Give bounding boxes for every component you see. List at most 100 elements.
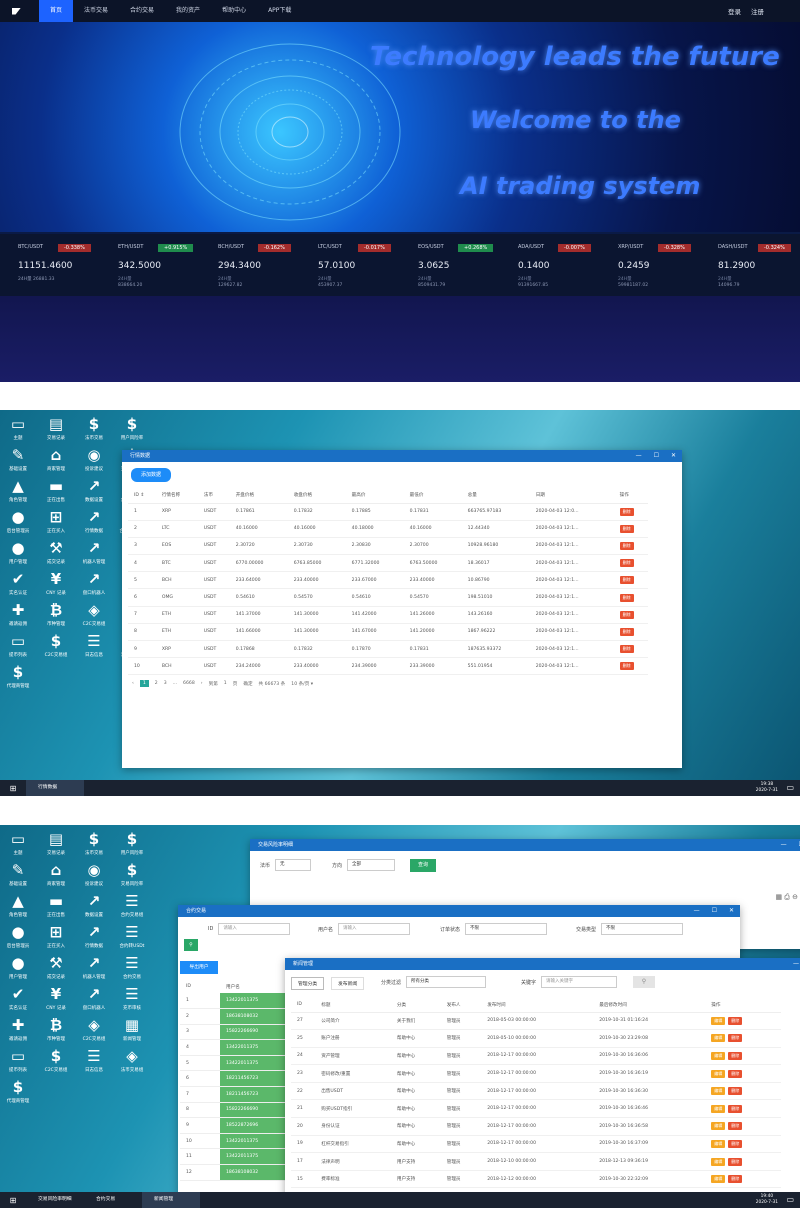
- minimize-icon[interactable]: —: [694, 907, 700, 914]
- nav-fiat[interactable]: 法币交易: [73, 0, 119, 22]
- edit-button[interactable]: 编辑: [711, 1157, 726, 1166]
- desktop-shortcut[interactable]: ☰ 充币审核: [112, 986, 152, 1012]
- pager-per-page[interactable]: 10 条/页 ▾: [291, 681, 313, 687]
- page-number[interactable]: ...: [173, 681, 177, 686]
- desktop-shortcut[interactable]: ↗ 机器人管理: [74, 955, 114, 981]
- table-row[interactable]: 27 公司简介 关于我们 管理员 2018-05-03 00:00:00 2019-10-…: [291, 1012, 781, 1030]
- desktop-shortcut[interactable]: ⌂ 商家管理: [36, 862, 76, 888]
- table-row[interactable]: 15 费率标准 用户支持 管理员 2018-12-12 00:00:00 2019-10-…: [291, 1170, 781, 1188]
- page-number[interactable]: 6668: [183, 681, 195, 686]
- column-header[interactable]: ID: [180, 980, 220, 993]
- ticker-item[interactable]: EOS/USDT +0.268% 3.0625 24H量 8509431.79: [400, 234, 500, 296]
- ticker-item[interactable]: ADA/USDT -0.007% 0.1400 24H量 91391667.85: [500, 234, 600, 296]
- minimize-icon[interactable]: —: [781, 841, 787, 848]
- table-row[interactable]: 2 LTC USDT 40.16000 40.16000 40.18000 40.16000…: [128, 520, 648, 538]
- desktop-shortcut[interactable]: ✔ 实名认证: [0, 986, 38, 1012]
- table-row[interactable]: 17 法律声明 用户支持 管理员 2018-12-10 00:00:00 2018-12-…: [291, 1153, 781, 1171]
- table-row[interactable]: 5 BCH USDT 233.64000 233.40000 233.67000 233.4…: [128, 572, 648, 589]
- table-row[interactable]: 7 18211456723: [180, 1086, 295, 1103]
- keyword-search-button[interactable]: ⚲: [633, 976, 655, 988]
- tab-publish-news[interactable]: 发布新闻: [331, 977, 365, 990]
- desktop-shortcut[interactable]: ⚒ 成交记录: [36, 540, 76, 566]
- delete-button[interactable]: 删除: [619, 507, 634, 516]
- desktop-shortcut[interactable]: $ 法币交易: [74, 416, 114, 442]
- desktop-shortcut[interactable]: ☰ 日志信息: [74, 1048, 114, 1074]
- table-row[interactable]: 1 XRP USDT 0.17861 0.17832 0.17885 0.17831 6637…: [128, 503, 648, 521]
- table-row[interactable]: 10 BCH USDT 234.24000 233.40000 234.39000 233.…: [128, 658, 648, 675]
- desktop-shortcut[interactable]: ☰ 合约转USDt: [112, 924, 152, 950]
- desktop-shortcut[interactable]: ✎ 基础设置: [0, 862, 38, 888]
- desktop-shortcut[interactable]: ✚ 邀请返佣: [0, 1017, 38, 1043]
- ticker-item[interactable]: BCH/USDT -0.162% 294.3400 24H量 129627.82: [200, 234, 300, 296]
- desktop-shortcut[interactable]: ↗ 行情数据: [74, 509, 114, 535]
- desktop-shortcut[interactable]: ● 用户管理: [0, 540, 38, 566]
- desktop-shortcut[interactable]: ↗ 数据设置: [74, 478, 114, 504]
- desktop-shortcut[interactable]: ◈ 法币交易组: [112, 1048, 152, 1074]
- export-users-button[interactable]: 导出用户: [180, 961, 218, 974]
- table-row[interactable]: 6 18211456723: [180, 1070, 295, 1087]
- query-button[interactable]: 查询: [410, 859, 436, 872]
- username-input[interactable]: 请输入: [338, 923, 411, 935]
- table-row[interactable]: 10 13422011375: [180, 1133, 295, 1149]
- column-header[interactable]: 分类: [391, 998, 441, 1012]
- delete-button[interactable]: 删除: [619, 593, 634, 602]
- desktop-shortcut[interactable]: ◉ 投诉建议: [74, 447, 114, 473]
- desktop-shortcut[interactable]: $ 代理商管理: [0, 1079, 38, 1105]
- delete-button[interactable]: 删除: [728, 1034, 743, 1043]
- minimize-icon[interactable]: —: [636, 452, 642, 459]
- prev-page-icon[interactable]: ‹: [132, 681, 134, 686]
- delete-button[interactable]: 删除: [619, 576, 634, 585]
- desktop-shortcut[interactable]: $ 用户风险率: [112, 831, 152, 857]
- desktop-shortcut[interactable]: ☰ 合约交易: [112, 955, 152, 981]
- desktop-shortcut[interactable]: ↗ 机器人管理: [74, 540, 114, 566]
- ticker-item[interactable]: DASH/USDT -0.324% 81.2900 24H量 14096.79: [700, 234, 800, 296]
- column-header[interactable]: 操作: [614, 488, 648, 503]
- column-header[interactable]: 发布人: [441, 998, 481, 1012]
- next-page-icon[interactable]: ›: [201, 681, 203, 686]
- desktop-shortcut[interactable]: ₿ 币种管理: [36, 602, 76, 628]
- table-row[interactable]: 6 OMG USDT 0.54610 0.54570 0.54610 0.54570 198.…: [128, 589, 648, 607]
- desktop-shortcut[interactable]: $ 交易风险率: [112, 862, 152, 888]
- table-row[interactable]: 8 ETH USDT 141.66000 141.30000 141.67000 141.2…: [128, 623, 648, 641]
- desktop-shortcut[interactable]: ▤ 交易记录: [36, 831, 76, 857]
- category-filter-select[interactable]: 所有分类: [406, 976, 487, 988]
- column-header[interactable]: 日期: [530, 488, 614, 503]
- desktop-shortcut[interactable]: ☰ 日志信息: [74, 633, 114, 659]
- currency-select[interactable]: 无: [275, 859, 312, 871]
- table-row[interactable]: 9 18522872696: [180, 1117, 295, 1134]
- table-row[interactable]: 20 身份认证 帮助中心 管理员 2018-12-17 00:00:00 2019-10-…: [291, 1118, 781, 1136]
- desktop-shortcut[interactable]: ▦ 新闻管理: [112, 1017, 152, 1043]
- nav-app[interactable]: APP下载: [257, 0, 302, 22]
- keyword-input[interactable]: 请输入关键字: [541, 976, 618, 988]
- login-link[interactable]: 登录: [728, 6, 741, 16]
- desktop-shortcut[interactable]: ✎ 基础设置: [0, 447, 38, 473]
- desktop-shortcut[interactable]: ◈ C2C交易组: [74, 1017, 114, 1043]
- delete-button[interactable]: 删除: [728, 1069, 743, 1078]
- desktop-shortcut[interactable]: ● 后台管理员: [0, 509, 38, 535]
- desktop-shortcut[interactable]: ↗ 行情数据: [74, 924, 114, 950]
- desktop-shortcut[interactable]: ⊞ 正在买入: [36, 509, 76, 535]
- close-icon[interactable]: ✕: [671, 452, 676, 459]
- table-row[interactable]: 4 BTC USDT 6770.00000 6763.85000 6771.32000 67…: [128, 555, 648, 572]
- column-header[interactable]: 最高价: [346, 488, 404, 503]
- pager-page-input[interactable]: 1: [224, 681, 227, 686]
- maximize-icon[interactable]: ☐: [712, 907, 717, 914]
- table-row[interactable]: 2 18638108032: [180, 1008, 295, 1025]
- edit-button[interactable]: 编辑: [711, 1104, 726, 1113]
- edit-button[interactable]: 编辑: [711, 1016, 726, 1025]
- taskbar-item-risk[interactable]: 交易风险率明细: [26, 1192, 84, 1208]
- column-header[interactable]: 开盘价格: [230, 488, 288, 503]
- delete-button[interactable]: 删除: [619, 541, 634, 550]
- column-header[interactable]: 发布时间: [481, 998, 593, 1012]
- taskbar-item-market[interactable]: 行情数据: [26, 780, 84, 796]
- desktop-shortcut[interactable]: ▭ 提币列表: [0, 1048, 38, 1074]
- pager-confirm[interactable]: 确定: [243, 681, 252, 687]
- desktop-shortcut[interactable]: ↗ 数据设置: [74, 893, 114, 919]
- delete-button[interactable]: 删除: [728, 1087, 743, 1096]
- table-row[interactable]: 24 资产管理 帮助中心 管理员 2018-12-17 00:00:00 2019-10-…: [291, 1047, 781, 1065]
- desktop-shortcut[interactable]: ▬ 正在出售: [36, 478, 76, 504]
- desktop-shortcut[interactable]: ⌂ 商家管理: [36, 447, 76, 473]
- delete-button[interactable]: 删除: [619, 559, 634, 568]
- page-number[interactable]: 3: [164, 681, 167, 686]
- desktop-shortcut[interactable]: $ 用户风险率: [112, 416, 152, 442]
